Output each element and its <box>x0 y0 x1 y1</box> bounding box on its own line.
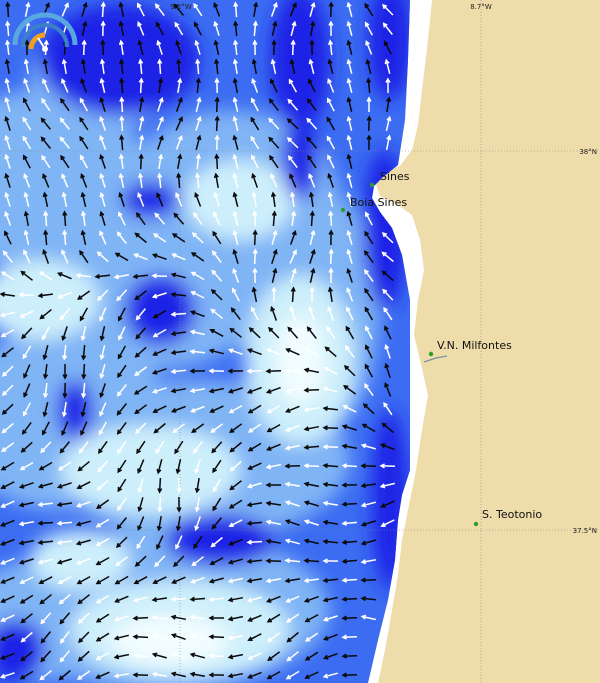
wind-map[interactable]: 9.2°W 8.7°W 38°N 37.5°N Sines Boia Sines… <box>0 0 600 683</box>
lon-label-right: 8.7°W <box>470 3 492 11</box>
place-label: Sines <box>380 170 410 183</box>
lat-label-top: 38°N <box>579 148 597 156</box>
place-label: S. Teotonio <box>482 508 542 521</box>
place-label: V.N. Milfontes <box>437 339 512 352</box>
lat-label-bottom: 37.5°N <box>573 527 597 535</box>
lon-label-left: 9.2°W <box>170 3 192 11</box>
place-label: Boia Sines <box>350 196 407 209</box>
